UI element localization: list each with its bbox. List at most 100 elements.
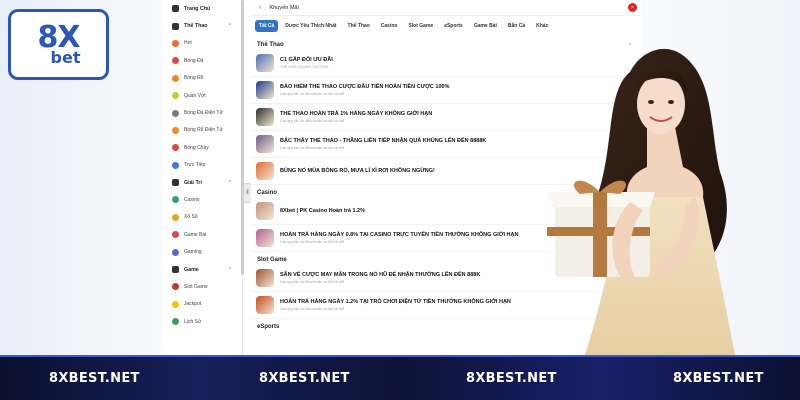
casino-chip-icon (172, 196, 179, 204)
sidebar-item-label: Jackpot (184, 301, 202, 308)
sidebar-item[interactable]: Slot Game (163, 278, 242, 295)
sidebar-item-label: Casino (184, 196, 200, 203)
chevron-up-icon[interactable]: ⌃ (228, 23, 232, 29)
sidebar-item[interactable]: Trang Chủ (163, 0, 242, 17)
promo-thumbnail (256, 81, 274, 99)
slot-icon (172, 283, 179, 291)
promo-title: THỂ THAO HOÀN TRẢ 1% HÀNG NGÀY KHÔNG GIỚ… (280, 111, 433, 117)
promo-subtitle: Các quy tắc và điều khoản và đối xử thể (280, 307, 345, 311)
esoccer-icon (172, 109, 179, 117)
sidebar-item[interactable]: Game Bài (163, 226, 242, 243)
promo-subtitle: Các quy tắc và điều khoản và đối xử thể (280, 92, 345, 96)
footer-site-label: 8XBEST.NET (49, 371, 140, 386)
promo-subtitle: Các quy tắc và điều khoản và đối xử thể (280, 240, 345, 244)
sidebar-item[interactable]: Game ⌃ (163, 261, 242, 278)
lottery-icon (172, 213, 179, 221)
promo-thumbnail (256, 269, 274, 287)
sidebar-item[interactable]: Thể Thao ⌃ (163, 17, 242, 34)
tab[interactable]: eSports (440, 20, 467, 32)
sidebar-item-label: Bóng Đá (184, 57, 204, 64)
cards-icon (172, 231, 179, 239)
promo-text: SĂN VÉ CƯỢC MAY MẮN TRONG NỔ HŨ ĐỂ NHẬN … (280, 272, 480, 284)
spade-icon (172, 179, 179, 187)
promo-thumbnail (256, 296, 274, 314)
back-icon[interactable]: ‹ (259, 4, 261, 11)
sidebar-item-label: Trực Tiếp (184, 162, 206, 169)
live-icon (172, 161, 179, 169)
promo-thumbnail (256, 229, 274, 247)
basketball-icon (172, 74, 179, 82)
chevron-up-icon[interactable]: ⌃ (228, 267, 232, 273)
tab[interactable]: Slot Game (404, 20, 437, 32)
footer-banner: 8XBEST.NET 8XBEST.NET 8XBEST.NET 8XBEST.… (0, 355, 800, 400)
sidebar-item-label: Lịch Sử (184, 318, 202, 325)
promo-text: THỂ THAO HOÀN TRẢ 1% HÀNG NGÀY KHÔNG GIỚ… (280, 111, 432, 123)
promo-title: 8Xbet | PK Casino Hoàn trả 1.2% (280, 208, 365, 214)
tab[interactable]: Dược Yêu Thích Nhất (281, 20, 340, 32)
jackpot-icon (172, 300, 179, 308)
promo-title: C1 GẤP ĐÔI ƯU ĐÃI (280, 57, 333, 63)
footer-site-label: 8XBEST.NET (466, 371, 557, 386)
page-title: Khuyến Mãi (269, 4, 299, 11)
promo-title: SĂN VÉ CƯỢC MAY MẮN TRONG NỔ HŨ ĐỂ NHẬN … (280, 272, 481, 278)
promo-text: C1 GẤP ĐÔI ƯU ĐÃI THỂ GIỚI CƯỢNG THƯỞNG (280, 57, 333, 69)
promo-thumbnail (256, 54, 274, 72)
sidebar-item-label: Bóng Đá Điện Tử (184, 110, 223, 117)
sidebar-item-label: Hot (184, 40, 192, 47)
sidebar-item-label: Trang Chủ (184, 5, 211, 12)
sidebar-item-label: Thể Thao (184, 23, 208, 30)
tab[interactable]: Khác (532, 20, 552, 32)
sidebar-item-label: Slot Game (184, 283, 208, 290)
tab[interactable]: Bắn Cá (504, 20, 529, 32)
chevron-up-icon[interactable]: ⌃ (228, 180, 232, 186)
promo-thumbnail (256, 202, 274, 220)
footer-site-label: 8XBEST.NET (673, 371, 764, 386)
promo-subtitle: THỂ GIỚI CƯỢNG THƯỞNG (280, 65, 329, 69)
promo-text: HOÀN TRẢ HÀNG NGÀY 1.2% TẠI TRÒ CHƠI ĐIỆ… (280, 299, 511, 311)
section-title-label: Slot Game (257, 257, 287, 263)
close-icon[interactable]: × (628, 3, 637, 12)
tab[interactable]: Casino (377, 20, 402, 32)
sidebar-item[interactable]: Gaming (163, 243, 242, 260)
promo-title: HOÀN TRẢ HÀNG NGÀY 1.2% TẠI TRÒ CHƠI ĐIỆ… (280, 299, 511, 305)
promo-title: BÙNG NỔ MÙA BÓNG RỔ, MƯA LÌ XÌ RƠI KHÔNG… (280, 168, 435, 174)
promo-text: HOÀN TRẢ HÀNG NGÀY 0.8% TẠI CASINO TRỰC … (280, 232, 518, 244)
history-icon (172, 318, 179, 326)
sidebar-item[interactable]: Casino (163, 191, 242, 208)
tab[interactable]: Thể Thao (344, 20, 374, 32)
sidebar-scrollbar[interactable] (241, 0, 244, 275)
gamepad-icon (172, 248, 179, 256)
sidebar-item[interactable]: Xổ Số (163, 209, 242, 226)
sidebar-item[interactable]: Trực Tiếp (163, 157, 242, 174)
sidebar-item[interactable]: Bóng Rổ Điện Tử (163, 122, 242, 139)
promo-thumbnail (256, 135, 274, 153)
sidebar: Trang Chủ Thể Thao ⌃ Hot Bóng Đá Bóng Rổ Quần … (163, 0, 243, 355)
sidebar-item[interactable]: Jackpot (163, 296, 242, 313)
sidebar-item-label: Bóng Rổ Điện Tử (184, 127, 223, 134)
sidebar-item[interactable]: Bóng Rổ (163, 70, 242, 87)
sidebar-item[interactable]: Bóng Đá (163, 52, 242, 69)
promo-title: HOÀN TRẢ HÀNG NGÀY 0.8% TẠI CASINO TRỰC … (280, 232, 519, 238)
tab[interactable]: Game Bài (470, 20, 501, 32)
section-title-label: eSports (257, 324, 280, 330)
sidebar-item[interactable]: Bóng Đá Điện Tử (163, 104, 242, 121)
section-title-label: Casino (257, 190, 278, 196)
sidebar-item-label: Gaming (184, 249, 202, 256)
promo-text: BẬC THẦY THỂ THAO - THĂNG LIÊN TIẾP NHẬN… (280, 138, 486, 150)
home-icon (172, 5, 179, 13)
sidebar-item-label: Bóng Rổ (184, 75, 204, 82)
sidebar-item[interactable]: Bóng Chày (163, 139, 242, 156)
promo-text: 8Xbet | PK Casino Hoàn trả 1.2% (280, 208, 365, 214)
sidebar-item-label: Bóng Chày (184, 144, 209, 151)
sidebar-item[interactable]: Lịch Sử (163, 313, 242, 330)
promo-title: BẬC THẦY THỂ THAO - THĂNG LIÊN TIẾP NHẬN… (280, 138, 487, 144)
sidebar-item[interactable]: Quần Vợt (163, 87, 242, 104)
tab[interactable]: Tất Cả (255, 20, 279, 32)
sidebar-item[interactable]: Hot (163, 35, 242, 52)
promo-text: BÙNG NỔ MÙA BÓNG RỔ, MƯA LÌ XÌ RƠI KHÔNG… (280, 168, 435, 174)
sidebar-item[interactable]: Giải Trí ⌃ (163, 174, 242, 191)
sidebar-item-label: Xổ Số (184, 214, 198, 221)
tennis-icon (172, 92, 179, 100)
brand-logo[interactable]: 8X bet (8, 9, 109, 80)
soccer-icon (172, 57, 179, 65)
